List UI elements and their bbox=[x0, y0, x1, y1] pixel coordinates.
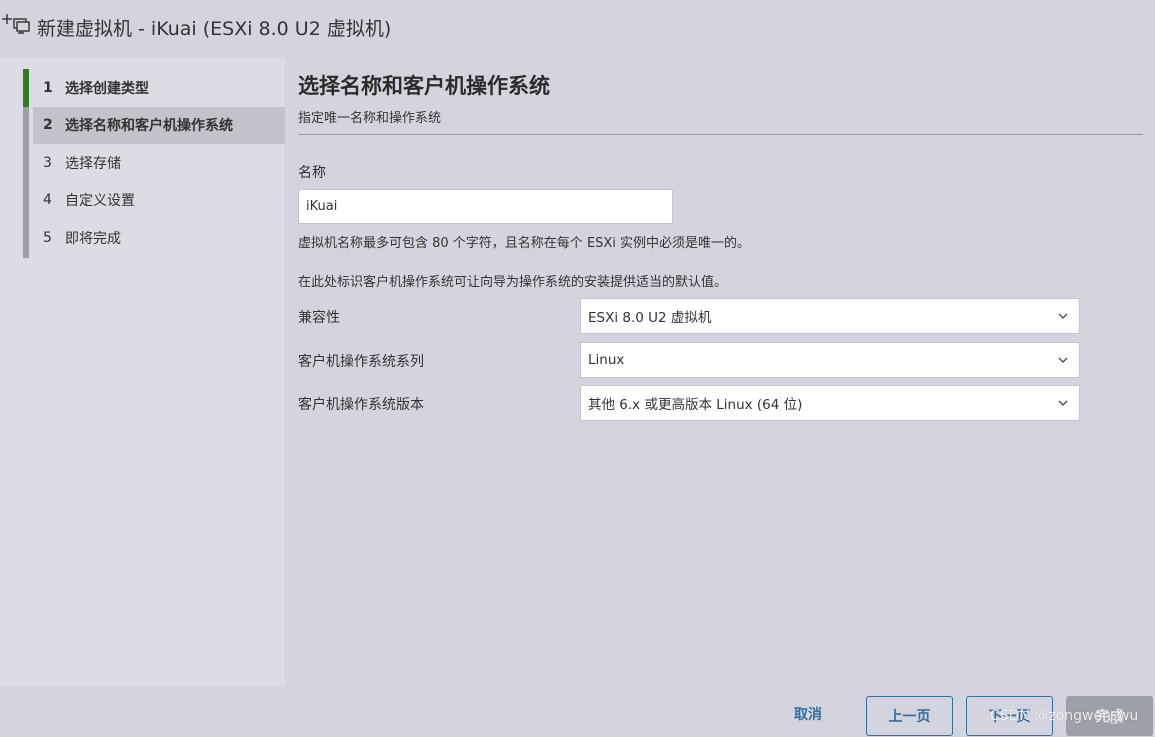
wizard-content: 选择名称和客户机操作系统 指定唯一名称和操作系统 名称 虚拟机名称最多可包含 8… bbox=[285, 58, 1155, 686]
step-ready-to-complete: 5 即将完成 bbox=[23, 219, 285, 257]
chevron-down-icon bbox=[1058, 357, 1068, 363]
step-number: 4 bbox=[43, 192, 52, 209]
previous-page-button[interactable]: 上一页 bbox=[866, 696, 953, 736]
new-vm-icon bbox=[2, 14, 30, 34]
vm-name-hint: 虚拟机名称最多可包含 80 个字符，且名称在每个 ESXi 实例中必须是唯一的。 bbox=[298, 236, 751, 251]
guest-os-version-value: 其他 6.x 或更高版本 Linux (64 位) bbox=[588, 397, 803, 413]
cancel-button[interactable]: 取消 bbox=[780, 694, 836, 734]
step-select-creation-type[interactable]: 1 选择创建类型 bbox=[23, 69, 285, 107]
guest-os-version-select[interactable]: 其他 6.x 或更高版本 Linux (64 位) bbox=[580, 385, 1080, 421]
step-select-name-and-guest-os[interactable]: 2 选择名称和客户机操作系统 bbox=[33, 106, 285, 144]
step-label: 选择名称和客户机操作系统 bbox=[65, 118, 233, 135]
step-label: 选择创建类型 bbox=[65, 80, 149, 97]
page-title: 选择名称和客户机操作系统 bbox=[298, 74, 550, 98]
step-select-storage: 3 选择存储 bbox=[23, 144, 285, 182]
guest-os-family-value: Linux bbox=[588, 352, 625, 368]
step-number: 5 bbox=[43, 229, 52, 246]
compatibility-value: ESXi 8.0 U2 虚拟机 bbox=[588, 310, 712, 326]
vm-name-label: 名称 bbox=[298, 165, 326, 181]
step-number: 2 bbox=[43, 117, 53, 134]
compatibility-select[interactable]: ESXi 8.0 U2 虚拟机 bbox=[580, 298, 1080, 334]
step-label: 选择存储 bbox=[65, 155, 121, 172]
dialog-title: 新建虚拟机 - iKuai (ESXi 8.0 U2 虚拟机) bbox=[37, 18, 392, 40]
step-label: 即将完成 bbox=[65, 230, 121, 247]
guest-os-hint: 在此处标识客户机操作系统可让向导为操作系统的安装提供适当的默认值。 bbox=[298, 275, 728, 290]
header-divider bbox=[298, 134, 1143, 135]
compatibility-label: 兼容性 bbox=[298, 310, 340, 326]
step-number: 3 bbox=[43, 154, 52, 171]
guest-os-family-select[interactable]: Linux bbox=[580, 342, 1080, 378]
dialog-titlebar: 新建虚拟机 - iKuai (ESXi 8.0 U2 虚拟机) bbox=[0, 0, 1155, 58]
guest-os-family-label: 客户机操作系统系列 bbox=[298, 354, 424, 370]
guest-os-version-label: 客户机操作系统版本 bbox=[298, 397, 424, 413]
chevron-down-icon bbox=[1058, 313, 1068, 319]
step-customize-settings: 4 自定义设置 bbox=[23, 182, 285, 220]
step-number: 1 bbox=[43, 79, 53, 96]
wizard-steps-list: 1 选择创建类型 2 选择名称和客户机操作系统 3 选择存储 4 自定义设置 5… bbox=[23, 69, 285, 257]
vm-name-input[interactable] bbox=[298, 189, 673, 224]
watermark-text: CSDN @zongwen_wu bbox=[990, 708, 1139, 724]
step-label: 自定义设置 bbox=[65, 193, 135, 210]
chevron-down-icon bbox=[1058, 400, 1068, 406]
wizard-footer: 取消 上一页 下一页 完成 bbox=[0, 686, 1155, 737]
wizard-steps-sidebar: 1 选择创建类型 2 选择名称和客户机操作系统 3 选择存储 4 自定义设置 5… bbox=[0, 58, 285, 686]
page-subtitle: 指定唯一名称和操作系统 bbox=[298, 111, 442, 126]
